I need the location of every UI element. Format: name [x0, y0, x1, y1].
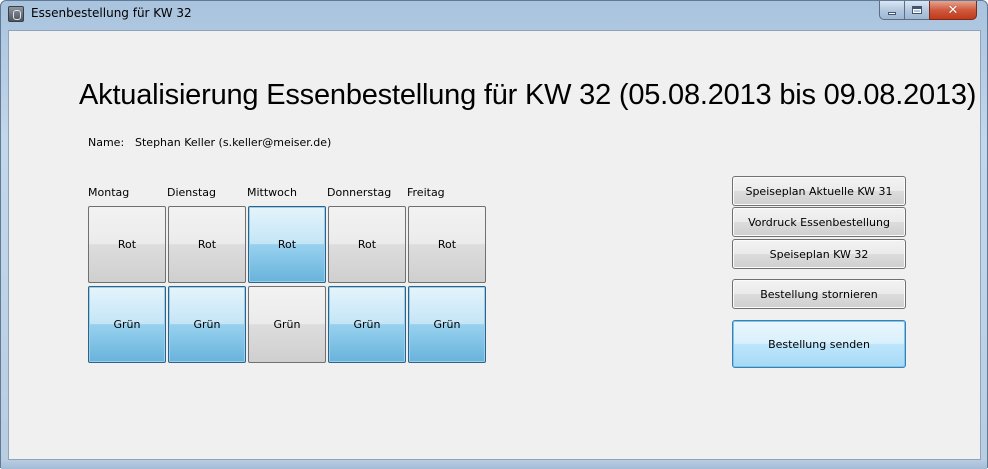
rot-button-dienstag[interactable]: Rot	[168, 206, 246, 283]
gruen-button-freitag[interactable]: Grün	[408, 286, 486, 363]
menu-current-week-button[interactable]: Speiseplan Aktuelle KW 31	[732, 176, 906, 206]
title-bar[interactable]: Essenbestellung für KW 32 ✕	[1, 1, 987, 27]
cancel-order-button[interactable]: Bestellung stornieren	[732, 279, 906, 309]
app-window: Essenbestellung für KW 32 ✕ Aktualisieru…	[0, 0, 988, 469]
minimize-icon	[888, 12, 896, 15]
gruen-button-dienstag[interactable]: Grün	[168, 286, 246, 363]
page-title: Aktualisierung Essenbestellung für KW 32…	[79, 79, 977, 111]
day-label-freitag: Freitag	[407, 186, 445, 199]
gruen-button-mittwoch[interactable]: Grün	[248, 286, 326, 363]
name-label: Name:	[88, 136, 125, 149]
send-order-button[interactable]: Bestellung senden	[732, 320, 906, 368]
app-icon	[8, 6, 24, 22]
maximize-icon	[912, 6, 922, 14]
day-label-mittwoch: Mittwoch	[247, 186, 297, 199]
day-label-dienstag: Dienstag	[167, 186, 217, 199]
day-label-montag: Montag	[88, 186, 130, 199]
menu-next-week-button[interactable]: Speiseplan KW 32	[732, 239, 906, 269]
rot-button-freitag[interactable]: Rot	[408, 206, 486, 283]
close-button[interactable]: ✕	[929, 1, 977, 20]
name-value: Stephan Keller (s.keller@meiser.de)	[135, 136, 332, 149]
day-label-donnerstag: Donnerstag	[327, 186, 392, 199]
window-title: Essenbestellung für KW 32	[31, 6, 192, 20]
minimize-button[interactable]	[879, 1, 905, 20]
rot-button-montag[interactable]: Rot	[88, 206, 166, 283]
rot-button-donnerstag[interactable]: Rot	[328, 206, 406, 283]
maximize-button[interactable]	[904, 1, 930, 20]
rot-button-mittwoch[interactable]: Rot	[248, 206, 326, 283]
close-icon: ✕	[947, 2, 959, 18]
client-area: Aktualisierung Essenbestellung für KW 32…	[8, 30, 981, 460]
gruen-button-montag[interactable]: Grün	[88, 286, 166, 363]
order-form-button[interactable]: Vordruck Essenbestellung	[732, 207, 906, 237]
gruen-button-donnerstag[interactable]: Grün	[328, 286, 406, 363]
